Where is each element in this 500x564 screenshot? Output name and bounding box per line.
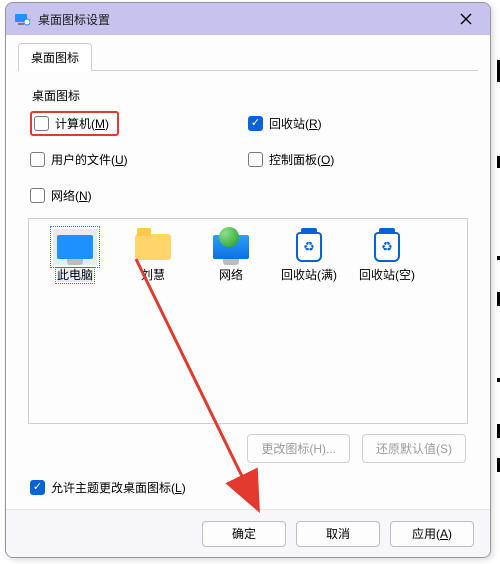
preview-caption: 此电脑 <box>57 269 93 282</box>
checkbox-recycle-bin[interactable] <box>248 116 263 131</box>
crop-edge-artifacts <box>496 0 500 564</box>
icon-preview-pane[interactable]: 此电脑 刘慧 网络 ♻ 回收站(满) ♻ 回收站(空) <box>28 218 468 424</box>
checkbox-network[interactable] <box>30 188 45 203</box>
preview-item-recycle-full[interactable]: ♻ 回收站(满) <box>271 227 347 282</box>
folder-icon <box>131 229 175 265</box>
checkbox-control-panel-label: 控制面板(O) <box>269 151 334 168</box>
tabstrip: 桌面图标 <box>6 35 490 71</box>
restore-default-button[interactable]: 还原默认值(S) <box>362 434 466 463</box>
dialog-window: 桌面图标设置 桌面图标 桌面图标 计算机(M) <box>5 2 491 558</box>
checkbox-control-panel[interactable] <box>248 152 263 167</box>
checkbox-user-files-label: 用户的文件(U) <box>51 151 128 168</box>
dialog-footer: 确定 取消 应用(A) <box>6 509 490 557</box>
checkbox-allow-theme-label: 允许主题更改桌面图标(L) <box>51 479 186 496</box>
preview-item-this-pc[interactable]: 此电脑 <box>37 227 113 282</box>
preview-item-recycle-empty[interactable]: ♻ 回收站(空) <box>349 227 425 282</box>
client-area: 桌面图标 桌面图标 计算机(M) 回收站(R) <box>6 35 490 557</box>
checkbox-recycle-bin-label: 回收站(R) <box>269 115 322 132</box>
recycle-full-icon: ♻ <box>287 229 331 265</box>
tab-desktop-icons[interactable]: 桌面图标 <box>18 43 92 71</box>
monitor-icon <box>53 229 97 265</box>
cancel-button[interactable]: 取消 <box>296 521 380 547</box>
preview-item-network[interactable]: 网络 <box>193 227 269 282</box>
ok-button[interactable]: 确定 <box>202 521 286 547</box>
preview-caption: 网络 <box>219 269 243 282</box>
checkbox-group: 计算机(M) 回收站(R) 用户的文件(U) <box>28 112 468 212</box>
preview-caption: 回收站(空) <box>359 269 415 282</box>
icon-button-row: 更改图标(H)... 还原默认值(S) <box>28 424 468 463</box>
checkbox-allow-theme[interactable] <box>30 480 45 495</box>
checkbox-computer-label: 计算机(M) <box>55 115 109 132</box>
panel: 桌面图标 计算机(M) 回收站(R) <box>6 71 490 496</box>
close-button[interactable] <box>446 5 486 33</box>
recycle-empty-icon: ♻ <box>365 229 409 265</box>
preview-caption: 刘慧 <box>141 269 165 282</box>
highlight-computer: 计算机(M) <box>30 111 119 136</box>
checkbox-user-files[interactable] <box>30 152 45 167</box>
app-icon <box>14 11 30 27</box>
window-title: 桌面图标设置 <box>38 11 446 28</box>
checkbox-network-label: 网络(N) <box>51 187 92 204</box>
network-icon <box>209 229 253 265</box>
checkbox-computer[interactable] <box>34 116 49 131</box>
apply-button[interactable]: 应用(A) <box>390 521 474 547</box>
group-label: 桌面图标 <box>32 87 468 104</box>
preview-item-user-folder[interactable]: 刘慧 <box>115 227 191 282</box>
allow-theme-row: 允许主题更改桌面图标(L) <box>28 463 468 496</box>
titlebar: 桌面图标设置 <box>6 3 490 35</box>
change-icon-button[interactable]: 更改图标(H)... <box>247 434 350 463</box>
preview-caption: 回收站(满) <box>281 269 337 282</box>
